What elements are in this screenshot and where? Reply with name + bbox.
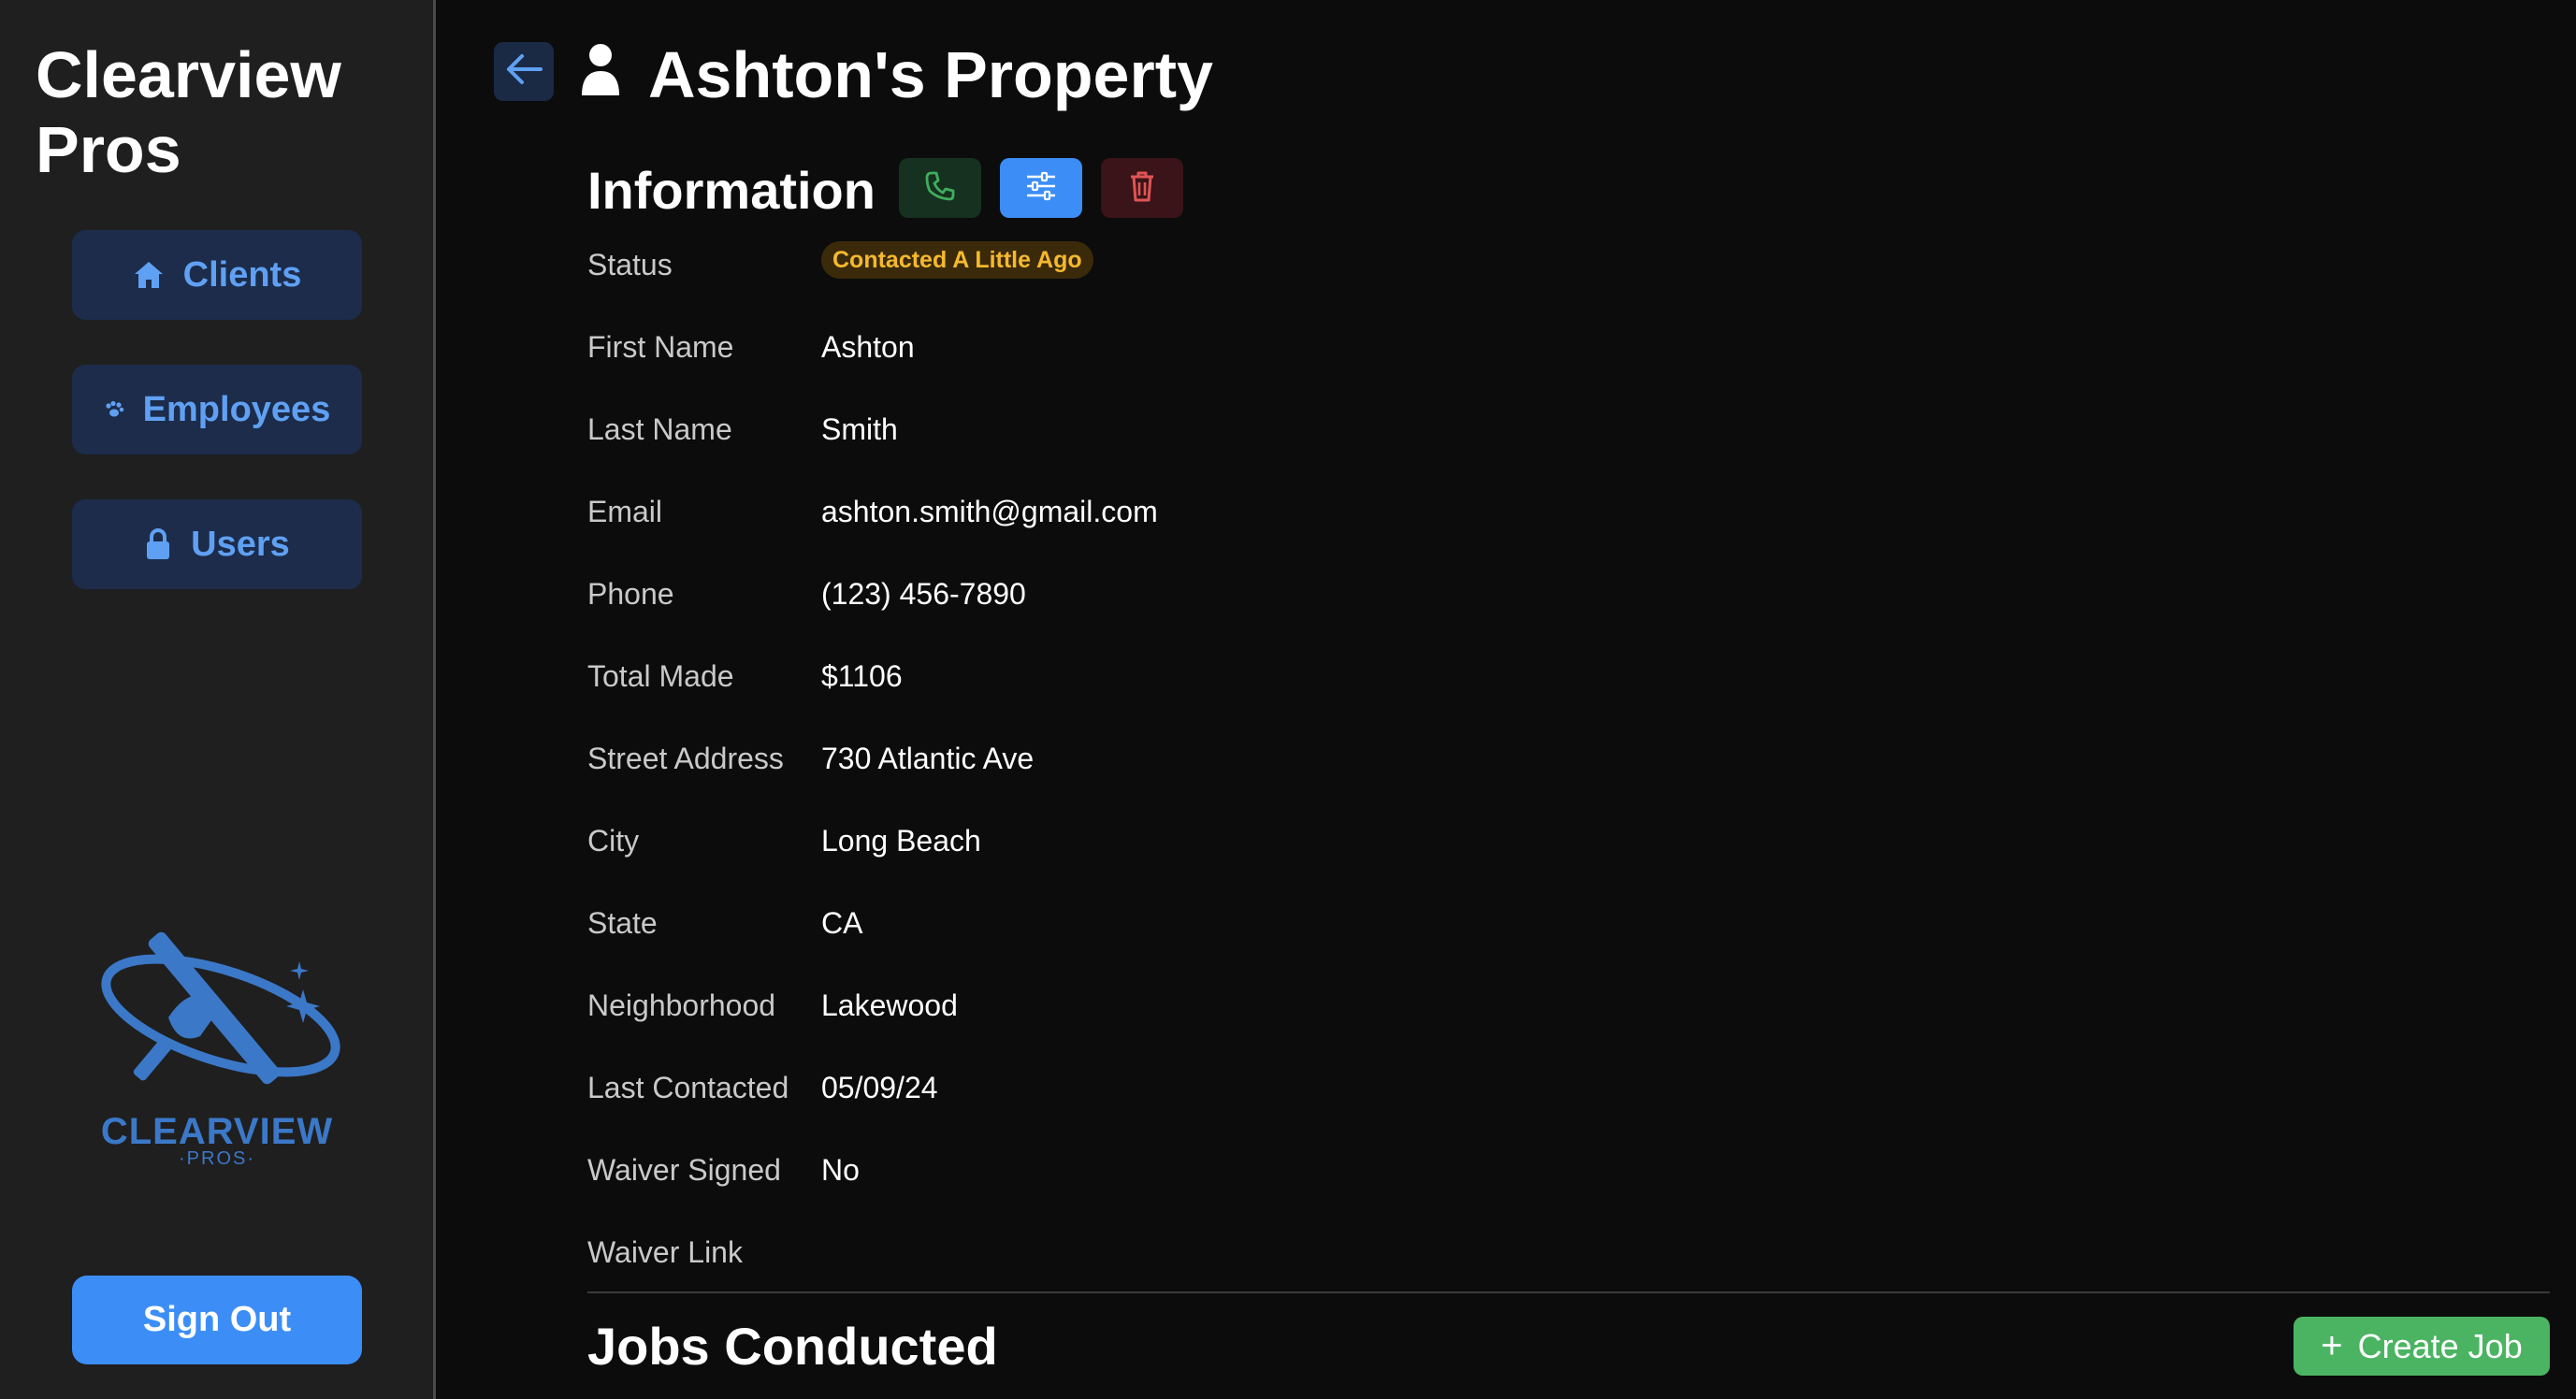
paw-icon bbox=[104, 400, 124, 419]
home-icon bbox=[133, 260, 165, 290]
trash-icon bbox=[1128, 169, 1156, 208]
jobs-heading: Jobs Conducted bbox=[587, 1317, 998, 1376]
plus-icon: + bbox=[2321, 1325, 2343, 1366]
field-label: Street Address bbox=[587, 742, 784, 775]
logo-wordmark: CLEARVIEW bbox=[100, 1111, 334, 1152]
brand-line-1: Clearview bbox=[36, 38, 341, 111]
page-title: Ashton's Property bbox=[648, 38, 1213, 111]
field-label: Waiver Link bbox=[587, 1235, 743, 1269]
section-divider bbox=[587, 1291, 2550, 1293]
field-label: First Name bbox=[587, 330, 734, 364]
field-label: Neighborhood bbox=[587, 988, 776, 1022]
status-label: Status bbox=[587, 248, 673, 281]
sliders-icon bbox=[1024, 170, 1058, 207]
sidebar-item-users[interactable]: Users bbox=[72, 499, 362, 589]
information-heading: Information bbox=[587, 161, 876, 220]
sidebar-item-label: Clients bbox=[182, 254, 302, 295]
create-job-label: Create Job bbox=[2357, 1326, 2523, 1365]
field-label: Phone bbox=[587, 577, 674, 611]
phone-value: (123) 456-7890 bbox=[821, 577, 1026, 611]
logo-subtext: ·PROS· bbox=[179, 1148, 255, 1169]
squeegee-logo-icon bbox=[101, 931, 340, 1085]
email-value: ashton.smith@gmail.com bbox=[821, 495, 1158, 528]
field-label: State bbox=[587, 906, 658, 940]
create-job-button[interactable]: + Create Job bbox=[2294, 1317, 2550, 1376]
waiver-signed-value: No bbox=[821, 1153, 860, 1187]
back-button[interactable] bbox=[494, 42, 554, 101]
total-made-value: $1106 bbox=[821, 659, 903, 693]
brand-title: Clearview Pros bbox=[36, 37, 410, 187]
status-badge: Contacted A Little Ago bbox=[821, 241, 1093, 279]
app-root: Clearview Pros Clients Employees Users C… bbox=[0, 0, 2576, 1399]
street-address-value: 730 Atlantic Ave bbox=[821, 742, 1035, 775]
sidebar-item-employees[interactable]: Employees bbox=[72, 365, 362, 454]
field-label: Waiver Signed bbox=[587, 1153, 781, 1187]
sidebar: Clearview Pros Clients Employees Users C… bbox=[0, 0, 436, 1399]
last-name-value: Smith bbox=[821, 412, 898, 446]
sign-out-button[interactable]: Sign Out bbox=[72, 1276, 362, 1364]
city-value: Long Beach bbox=[821, 824, 981, 858]
last-contacted-value: 05/09/24 bbox=[821, 1071, 938, 1104]
field-label: Total Made bbox=[587, 659, 734, 693]
first-name-value: Ashton bbox=[821, 330, 915, 364]
neighborhood-value: Lakewood bbox=[821, 988, 958, 1022]
phone-icon bbox=[924, 170, 956, 207]
field-label: Email bbox=[587, 495, 663, 528]
arrow-left-icon bbox=[505, 53, 543, 90]
call-button[interactable] bbox=[899, 158, 981, 218]
sidebar-item-clients[interactable]: Clients bbox=[72, 230, 362, 320]
person-icon bbox=[580, 43, 621, 97]
field-label: City bbox=[587, 824, 640, 858]
state-value: CA bbox=[821, 906, 863, 940]
lock-icon bbox=[144, 527, 172, 561]
clearview-logo: CLEARVIEW ·PROS· bbox=[92, 915, 354, 1169]
edit-button[interactable] bbox=[1000, 158, 1082, 218]
brand-line-2: Pros bbox=[36, 113, 181, 186]
sidebar-item-label: Users bbox=[191, 524, 290, 564]
field-label: Last Name bbox=[587, 412, 732, 446]
sidebar-item-label: Employees bbox=[142, 389, 331, 429]
field-label: Last Contacted bbox=[587, 1071, 789, 1104]
delete-button[interactable] bbox=[1101, 158, 1183, 218]
